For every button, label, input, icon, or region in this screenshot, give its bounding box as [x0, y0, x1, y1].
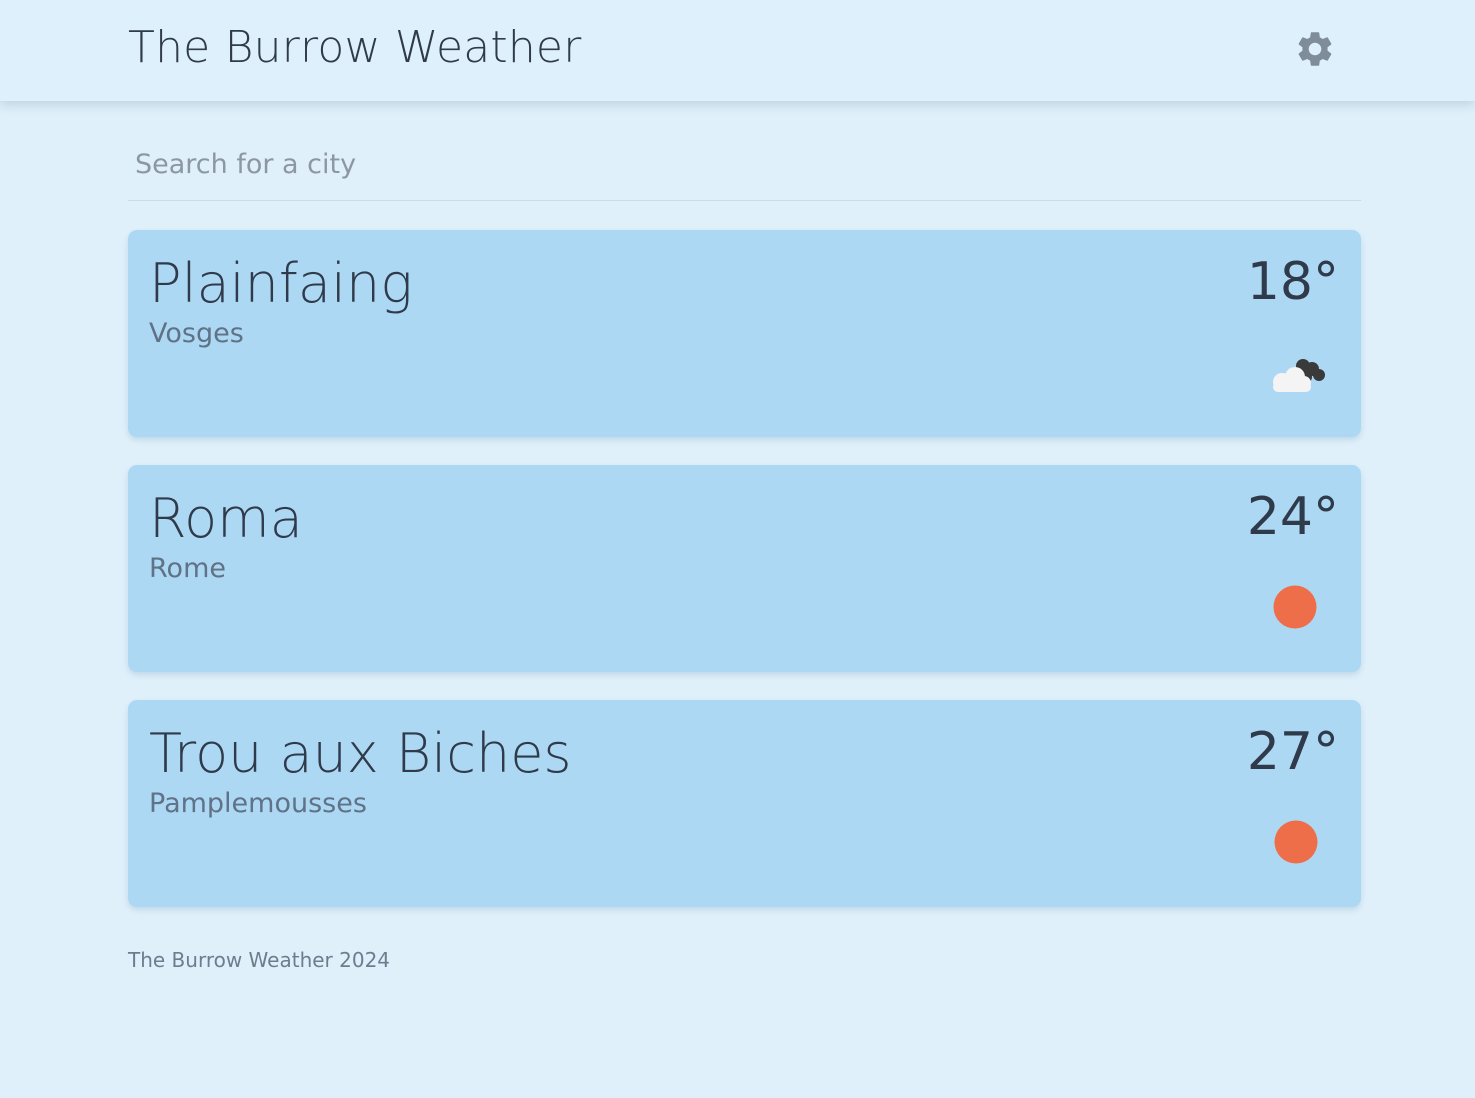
region-name: Vosges	[149, 318, 244, 349]
sun-icon	[1260, 816, 1330, 868]
app-header: The Burrow Weather	[0, 0, 1475, 101]
city-name: Trou aux Biches	[149, 722, 572, 785]
footer-text: The Burrow Weather 2024	[128, 948, 391, 972]
city-name: Plainfaing	[149, 252, 413, 315]
temperature: 27°	[1246, 722, 1339, 782]
sun-icon	[1260, 581, 1330, 633]
search-bar	[128, 130, 1361, 201]
gear-icon	[1294, 28, 1336, 70]
temperature: 24°	[1246, 487, 1339, 547]
city-card-trou-aux-biches[interactable]: Trou aux Biches Pamplemousses 27°	[128, 700, 1361, 907]
city-card-roma[interactable]: Roma Rome 24°	[128, 465, 1361, 672]
region-name: Pamplemousses	[149, 788, 367, 819]
partly-cloudy-icon	[1260, 346, 1330, 398]
city-card-plainfaing[interactable]: Plainfaing Vosges 18°	[128, 230, 1361, 437]
city-name: Roma	[149, 487, 303, 550]
settings-button[interactable]	[1294, 28, 1336, 70]
region-name: Rome	[149, 553, 226, 584]
app-title: The Burrow Weather	[128, 22, 582, 73]
search-input[interactable]	[128, 130, 1361, 198]
temperature: 18°	[1246, 252, 1339, 312]
